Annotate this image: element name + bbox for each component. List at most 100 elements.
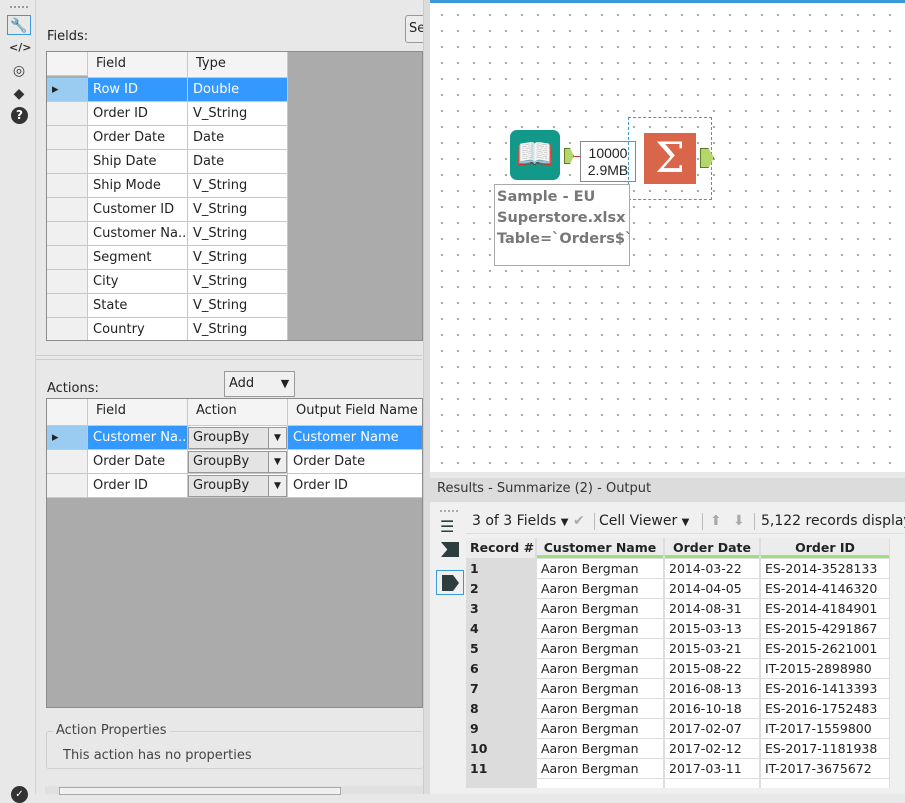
add-dropdown[interactable]: Add ▼ [224,371,295,397]
arrow-up-icon[interactable]: ⬆ [710,508,722,534]
action-field-cell[interactable]: Order ID [88,474,188,498]
action-dropdown[interactable]: GroupBy ▼ [188,475,287,497]
order-date-cell[interactable]: 2016-10-18 [665,699,759,718]
order-id-cell[interactable]: ES-2015-4291867 [761,619,889,638]
order-date-cell[interactable]: 2016-08-13 [665,679,759,698]
record-number-cell[interactable]: 3 [466,599,535,618]
customer-name-cell[interactable] [537,779,663,788]
row-header[interactable] [47,318,88,340]
workflow-canvas[interactable]: 📖 10000 2.9MB Σ Sample - EU Superstore.x… [430,0,905,472]
column-header-order-id[interactable]: Order ID [761,538,889,558]
order-id-cell[interactable]: IT-2017-1559800 [761,719,889,738]
order-id-cell[interactable]: ES-2017-1181938 [761,739,889,758]
drag-grip[interactable] [10,6,28,8]
list-icon[interactable]: ☰ [440,517,454,536]
order-date-cell[interactable]: 2014-04-05 [665,579,759,598]
order-date-cell[interactable]: 2015-08-22 [665,659,759,678]
order-id-cell[interactable] [761,779,889,788]
wrench-icon[interactable]: 🔧 [7,15,31,35]
record-number-cell[interactable]: 11 [466,759,535,778]
output-field-name-cell[interactable]: Customer Name [288,426,422,450]
customer-name-cell[interactable]: Aaron Bergman [537,719,663,738]
field-name-cell[interactable]: City [88,270,188,294]
horizontal-scrollbar[interactable] [45,786,423,795]
field-name-cell[interactable]: Customer Na... [88,222,188,246]
field-type-cell[interactable]: V_String [188,174,288,198]
column-header-customer-name[interactable]: Customer Name [537,538,663,558]
record-number-cell[interactable] [466,779,535,788]
column-header-action[interactable]: Action [188,399,288,426]
field-type-cell[interactable]: V_String [188,246,288,270]
output-field-name-cell[interactable]: Order Date [288,450,422,474]
order-date-cell[interactable]: 2014-08-31 [665,599,759,618]
row-header[interactable] [47,126,88,150]
annotation-icon[interactable]: ◎ [9,61,29,81]
drag-grip[interactable] [440,510,458,512]
row-header[interactable] [47,246,88,270]
arrow-down-icon[interactable]: ⬇ [733,508,745,534]
row-header[interactable]: ▸ [47,78,88,102]
customer-name-cell[interactable]: Aaron Bergman [537,599,663,618]
order-date-cell[interactable]: 2017-02-07 [665,719,759,738]
field-name-cell[interactable]: Customer ID [88,198,188,222]
record-number-cell[interactable]: 5 [466,639,535,658]
splitter[interactable] [36,355,422,360]
row-header[interactable] [47,450,88,474]
field-type-cell[interactable]: Date [188,126,288,150]
fields-selector[interactable]: 3 of 3 Fields ▼ [472,508,568,536]
field-name-cell[interactable]: State [88,294,188,318]
record-number-cell[interactable]: 10 [466,739,535,758]
field-name-cell[interactable]: Order ID [88,102,188,126]
row-header[interactable] [47,270,88,294]
field-name-cell[interactable]: Row ID [88,78,188,102]
field-type-cell[interactable]: V_String [188,294,288,318]
field-name-cell[interactable]: Segment [88,246,188,270]
order-id-cell[interactable]: ES-2014-4146320 [761,579,889,598]
record-number-cell[interactable]: 6 [466,659,535,678]
help-icon[interactable]: ? [11,107,28,124]
code-icon[interactable]: </> [9,38,31,58]
order-id-cell[interactable]: ES-2014-4184901 [761,599,889,618]
field-name-cell[interactable]: Country [88,318,188,340]
action-field-cell[interactable]: Order Date [88,450,188,474]
apply-check-icon[interactable]: ✔ [573,508,585,534]
field-name-cell[interactable]: Ship Date [88,150,188,174]
column-header-record-number[interactable]: Record # [466,538,535,558]
customer-name-cell[interactable]: Aaron Bergman [537,579,663,598]
field-type-cell[interactable]: Double [188,78,288,102]
order-date-cell[interactable]: 2015-03-13 [665,619,759,638]
column-header-order-date[interactable]: Order Date [665,538,759,558]
order-id-cell[interactable]: ES-2016-1413393 [761,679,889,698]
metadata-icon[interactable] [441,542,459,557]
field-type-cell[interactable]: V_String [188,270,288,294]
record-number-cell[interactable]: 7 [466,679,535,698]
record-number-cell[interactable]: 9 [466,719,535,738]
field-type-cell[interactable]: V_String [188,198,288,222]
action-dropdown[interactable]: GroupBy ▼ [188,451,287,473]
row-header[interactable] [47,102,88,126]
panel-splitter[interactable] [423,0,430,794]
field-name-cell[interactable]: Order Date [88,126,188,150]
column-header-field[interactable]: Field [88,52,188,78]
customer-name-cell[interactable]: Aaron Bergman [537,659,663,678]
summarize-tool-sigma-icon[interactable]: Σ [644,133,696,184]
record-number-cell[interactable]: 2 [466,579,535,598]
order-date-cell[interactable]: 2014-03-22 [665,559,759,578]
row-header[interactable] [47,198,88,222]
customer-name-cell[interactable]: Aaron Bergman [537,699,663,718]
order-date-cell[interactable]: 2015-03-21 [665,639,759,658]
order-date-cell[interactable]: 2017-03-11 [665,759,759,778]
output-field-name-cell[interactable]: Order ID [288,474,422,498]
cell-viewer-dropdown[interactable]: Cell Viewer ▼ [599,508,689,536]
action-field-cell[interactable]: Customer Na... [88,426,188,450]
record-number-cell[interactable]: 8 [466,699,535,718]
row-header[interactable] [47,174,88,198]
customer-name-cell[interactable]: Aaron Bergman [537,559,663,578]
row-header[interactable] [47,150,88,174]
column-header-type[interactable]: Type [188,52,288,78]
customer-name-cell[interactable]: Aaron Bergman [537,639,663,658]
record-number-cell[interactable]: 4 [466,619,535,638]
customer-name-cell[interactable]: Aaron Bergman [537,619,663,638]
row-header[interactable] [47,474,88,498]
column-header-output-field-name[interactable]: Output Field Name [288,399,422,426]
